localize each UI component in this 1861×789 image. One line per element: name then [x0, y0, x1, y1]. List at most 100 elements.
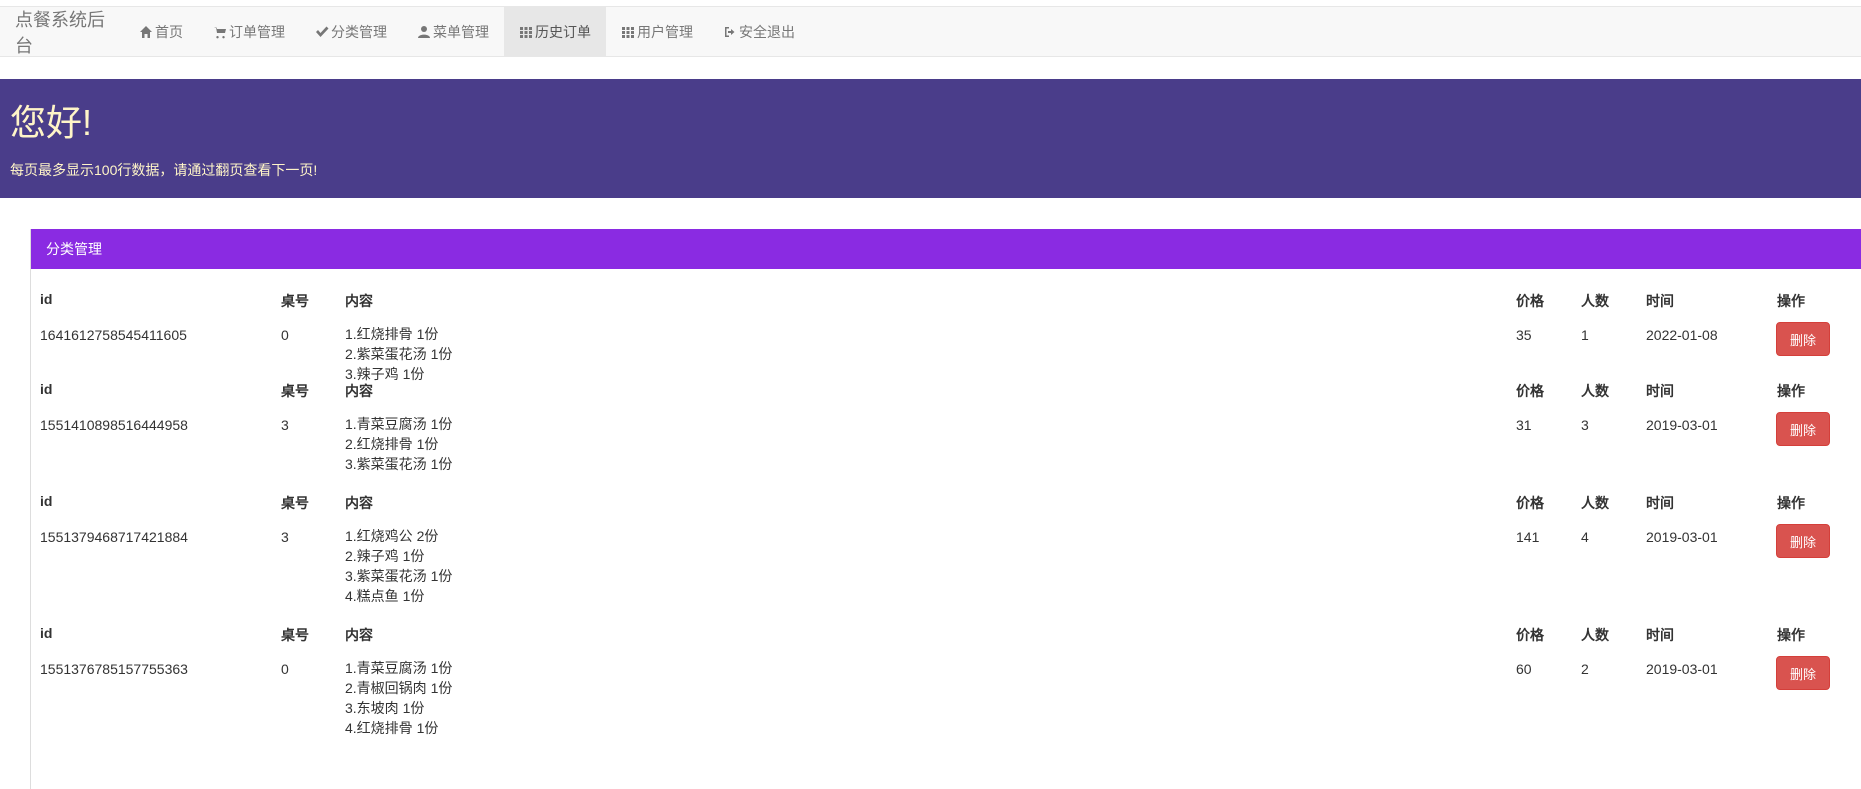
header-table-no: 桌号 — [281, 495, 309, 511]
nav-item-history[interactable]: 历史订单 — [504, 7, 606, 56]
order-content-line: 2.红烧排骨 1份 — [345, 436, 439, 452]
order-time: 2022-01-08 — [1646, 327, 1718, 343]
header-content: 内容 — [345, 293, 373, 309]
order-content: 1.红烧鸡公 2份 2.辣子鸡 1份 3.紫菜蛋花汤 1份 4.糕点鱼 1份 — [345, 526, 452, 606]
nav-item-users[interactable]: 用户管理 — [606, 7, 708, 56]
grid-icon — [519, 25, 533, 39]
order-table-no: 3 — [281, 529, 289, 545]
panel-heading: 分类管理 — [31, 229, 1861, 269]
navbar-brand[interactable]: 点餐系统后台 — [0, 7, 124, 56]
order-id: 1641612758545411605 — [40, 327, 187, 343]
order-block: id 桌号 内容 价格 人数 时间 操作 1641612758545411605… — [31, 269, 1861, 384]
header-id: id — [40, 291, 53, 307]
order-content-line: 3.紫菜蛋花汤 1份 — [345, 456, 453, 472]
order-block: id 桌号 内容 价格 人数 时间 操作 1551376785157755363… — [31, 625, 1861, 757]
header-action: 操作 — [1777, 627, 1805, 643]
order-people: 1 — [1581, 327, 1589, 343]
order-people: 3 — [1581, 417, 1589, 433]
header-time: 时间 — [1646, 495, 1674, 511]
header-content: 内容 — [345, 627, 373, 643]
delete-button[interactable]: 删除 — [1776, 656, 1830, 690]
nav-item-label: 首页 — [155, 23, 183, 40]
header-content: 内容 — [345, 495, 373, 511]
header-id: id — [40, 625, 53, 641]
header-people: 人数 — [1581, 627, 1609, 643]
order-table-no: 0 — [281, 661, 289, 677]
order-content-line: 1.青菜豆腐汤 1份 — [345, 416, 453, 432]
top-navbar: 点餐系统后台 首页 订单管理 分类管理 菜单管理 历史订单 用户管理 安全退出 — [0, 6, 1861, 57]
order-time: 2019-03-01 — [1646, 661, 1718, 677]
nav-item-label: 历史订单 — [535, 23, 591, 40]
order-content-line: 2.青椒回锅肉 1份 — [345, 680, 453, 696]
order-content: 1.红烧排骨 1份 2.紫菜蛋花汤 1份 3.辣子鸡 1份 — [345, 324, 452, 384]
nav-item-home[interactable]: 首页 — [124, 7, 198, 56]
order-block: id 桌号 内容 价格 人数 时间 操作 1551379468717421884… — [31, 493, 1861, 625]
order-id: 1551410898516444958 — [40, 417, 188, 433]
order-content-line: 1.红烧排骨 1份 — [345, 326, 439, 342]
cart-icon — [213, 25, 227, 39]
header-table-no: 桌号 — [281, 383, 309, 399]
header-action: 操作 — [1777, 495, 1805, 511]
header-table-no: 桌号 — [281, 627, 309, 643]
nav-item-menu[interactable]: 菜单管理 — [402, 7, 504, 56]
header-time: 时间 — [1646, 627, 1674, 643]
header-id: id — [40, 381, 53, 397]
delete-button[interactable]: 删除 — [1776, 322, 1830, 356]
header-action: 操作 — [1777, 293, 1805, 309]
header-id: id — [40, 493, 53, 509]
delete-button[interactable]: 删除 — [1776, 412, 1830, 446]
header-time: 时间 — [1646, 383, 1674, 399]
order-content: 1.青菜豆腐汤 1份 2.红烧排骨 1份 3.紫菜蛋花汤 1份 — [345, 414, 452, 474]
order-price: 31 — [1516, 417, 1532, 433]
order-content-line: 1.红烧鸡公 2份 — [345, 528, 439, 544]
welcome-banner: 您好! 每页最多显示100行数据，请通过翻页查看下一页! — [0, 79, 1861, 198]
nav-item-label: 菜单管理 — [433, 23, 489, 40]
order-content-line: 2.辣子鸡 1份 — [345, 548, 425, 564]
home-icon — [139, 25, 153, 39]
order-content-line: 4.糕点鱼 1份 — [345, 588, 425, 604]
order-content: 1.青菜豆腐汤 1份 2.青椒回锅肉 1份 3.东坡肉 1份 4.红烧排骨 1份 — [345, 658, 452, 738]
nav-item-logout[interactable]: 安全退出 — [708, 7, 810, 56]
header-content: 内容 — [345, 383, 373, 399]
header-people: 人数 — [1581, 495, 1609, 511]
orders-panel: 分类管理 id 桌号 内容 价格 人数 时间 操作 16416127585454… — [30, 229, 1861, 789]
check-icon — [315, 25, 329, 39]
logout-icon — [723, 25, 737, 39]
order-id: 1551379468717421884 — [40, 529, 188, 545]
delete-button[interactable]: 删除 — [1776, 524, 1830, 558]
order-price: 60 — [1516, 661, 1532, 677]
order-content-line: 3.紫菜蛋花汤 1份 — [345, 568, 453, 584]
order-people: 2 — [1581, 661, 1589, 677]
nav-item-orders[interactable]: 订单管理 — [198, 7, 300, 56]
order-price: 141 — [1516, 529, 1540, 545]
order-time: 2019-03-01 — [1646, 417, 1718, 433]
header-people: 人数 — [1581, 383, 1609, 399]
order-price: 35 — [1516, 327, 1532, 343]
order-time: 2019-03-01 — [1646, 529, 1718, 545]
header-people: 人数 — [1581, 293, 1609, 309]
welcome-title: 您好! — [10, 102, 93, 143]
user-icon — [417, 25, 431, 39]
header-price: 价格 — [1516, 383, 1544, 399]
header-time: 时间 — [1646, 293, 1674, 309]
nav-item-label: 订单管理 — [229, 23, 285, 40]
order-id: 1551376785157755363 — [40, 661, 188, 677]
nav-menu: 首页 订单管理 分类管理 菜单管理 历史订单 用户管理 安全退出 — [124, 7, 810, 56]
order-content-line: 2.紫菜蛋花汤 1份 — [345, 346, 453, 362]
order-content-line: 1.青菜豆腐汤 1份 — [345, 660, 453, 676]
order-content-line: 3.东坡肉 1份 — [345, 700, 425, 716]
order-people: 4 — [1581, 529, 1589, 545]
header-price: 价格 — [1516, 627, 1544, 643]
header-price: 价格 — [1516, 495, 1544, 511]
nav-item-label: 用户管理 — [637, 23, 693, 40]
order-block: id 桌号 内容 价格 人数 时间 操作 1551410898516444958… — [31, 381, 1861, 493]
order-table-no: 0 — [281, 327, 289, 343]
order-table-no: 3 — [281, 417, 289, 433]
welcome-subtitle: 每页最多显示100行数据，请通过翻页查看下一页! — [10, 162, 318, 178]
nav-item-label: 分类管理 — [331, 23, 387, 40]
nav-item-categories[interactable]: 分类管理 — [300, 7, 402, 56]
header-action: 操作 — [1777, 383, 1805, 399]
grid-icon — [621, 25, 635, 39]
nav-item-label: 安全退出 — [739, 23, 795, 40]
header-price: 价格 — [1516, 293, 1544, 309]
